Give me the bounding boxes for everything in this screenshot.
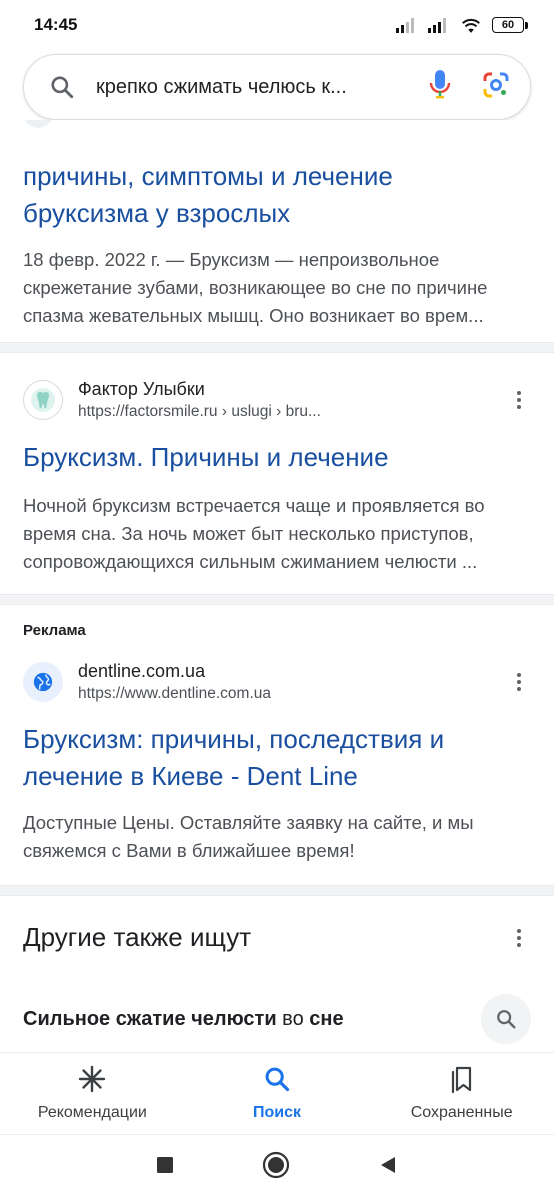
system-navigation-bar: [0, 1134, 554, 1200]
globe-icon: [23, 662, 63, 702]
related-search-text[interactable]: Сильное сжатие челюсти во сне: [23, 1008, 344, 1031]
ad-source[interactable]: dentline.com.ua https://www.dentline.com…: [23, 659, 531, 705]
site-name: Фактор Улыбки: [78, 379, 205, 399]
result-source[interactable]: Фактор Улыбки https://factorsmile.ru › u…: [23, 377, 531, 423]
search-icon: [263, 1065, 291, 1098]
microphone-icon[interactable]: [428, 69, 452, 106]
back-button[interactable]: [378, 1155, 398, 1180]
results-list[interactable]: причины, симптомы и лечение бруксизма у …: [0, 120, 554, 1052]
google-lens-icon[interactable]: [482, 71, 510, 104]
snippet-line: свяжемся с Вами в ближайшее время!: [23, 840, 355, 861]
related-search-item[interactable]: Сильное сжатие челюсти во сне: [23, 994, 531, 1044]
nav-label: Сохраненные: [410, 1104, 513, 1121]
snippet-line: время сна. За ночь может быт несколько п…: [23, 523, 474, 544]
ad-snippet: Доступные Цены. Оставляйте заявку на сай…: [23, 809, 531, 865]
snippet-line: Доступные Цены. Оставляйте заявку на сай…: [23, 812, 474, 833]
snippet-line: сопровождающихся сильным сжиманием челюс…: [23, 551, 478, 572]
cell-signal-2-icon: [428, 18, 446, 33]
status-time: 14:45: [34, 15, 78, 34]
result-snippet: 18 февр. 2022 г. — Бруксизм — непроизвол…: [23, 246, 531, 330]
ad-card: Реклама dentline.com.ua https://www.dent…: [0, 605, 554, 885]
site-name: dentline.com.ua: [78, 661, 206, 681]
battery-level: 60: [492, 17, 524, 33]
nav-search[interactable]: Поиск: [185, 1053, 370, 1134]
people-also-search: Другие также ищут Сильное сжатие челюсти…: [0, 896, 554, 1052]
result-card: Фактор Улыбки https://factorsmile.ru › u…: [0, 353, 554, 594]
snippet-line: Ночной бруксизм встречается чаще и прояв…: [23, 495, 485, 516]
result-title-line[interactable]: Бруксизм. Причины и лечение: [23, 439, 531, 476]
divider: [0, 885, 554, 896]
section-title: Другие также ищут: [23, 922, 252, 952]
search-icon: [46, 71, 78, 103]
search-input[interactable]: крепко сжимать челюсь к...: [96, 76, 410, 99]
divider: [0, 342, 554, 353]
ad-title-link[interactable]: Бруксизм: причины, последствия и лечение…: [23, 721, 531, 795]
bookmarks-icon: [449, 1065, 475, 1098]
result-title-link[interactable]: Бруксизм. Причины и лечение: [23, 439, 531, 476]
cell-signal-icon: [396, 18, 414, 33]
search-bar[interactable]: крепко сжимать челюсь к...: [23, 54, 531, 120]
result-title-link[interactable]: причины, симптомы и лечение бруксизма у …: [23, 158, 531, 232]
related-search-bold: сне: [309, 1007, 344, 1030]
result-card: причины, симптомы и лечение бруксизма у …: [0, 120, 554, 342]
asterisk-icon: [78, 1065, 106, 1098]
result-title-line[interactable]: бруксизма у взрослых: [23, 195, 531, 232]
status-icons: 60: [396, 17, 528, 34]
more-options-icon[interactable]: [507, 391, 531, 409]
result-title-line[interactable]: причины, симптомы и лечение: [23, 158, 531, 195]
more-options-icon[interactable]: [507, 673, 531, 691]
more-options-icon[interactable]: [507, 928, 531, 947]
result-title-line[interactable]: лечение в Киеве - Dent Line: [23, 758, 531, 795]
search-icon[interactable]: [481, 994, 531, 1044]
result-source-cutoff: [23, 120, 53, 128]
snippet-line: скрежетание зубами, возникающее во сне п…: [23, 277, 488, 298]
divider: [0, 594, 554, 605]
snippet-line: 18 февр. 2022 г. — Бруксизм — непроизвол…: [23, 249, 440, 270]
ad-label: Реклама: [23, 622, 86, 639]
nav-label: Поиск: [253, 1104, 302, 1121]
tooth-favicon-icon: [23, 380, 63, 420]
favicon: [23, 120, 53, 128]
nav-recommendations[interactable]: Рекомендации: [0, 1053, 185, 1134]
result-title-line[interactable]: Бруксизм: причины, последствия и: [23, 721, 531, 758]
wifi-icon: [462, 18, 480, 33]
battery-icon: 60: [492, 17, 528, 33]
site-url: https://factorsmile.ru › uslugi › bru...: [78, 403, 321, 420]
nav-label: Рекомендации: [37, 1104, 147, 1121]
recent-apps-button[interactable]: [156, 1156, 174, 1179]
nav-saved[interactable]: Сохраненные: [369, 1053, 554, 1134]
snippet-line: спазма жевательных мышц. Оно возникает в…: [23, 305, 484, 326]
related-search-bold: Сильное сжатие челюсти: [23, 1007, 277, 1030]
related-search-normal: во: [276, 1007, 310, 1030]
status-bar: 14:45 60: [0, 0, 554, 50]
home-button[interactable]: [262, 1151, 290, 1184]
site-url: https://www.dentline.com.ua: [78, 685, 271, 702]
result-snippet: Ночной бруксизм встречается чаще и прояв…: [23, 492, 531, 576]
bottom-nav: Рекомендации Поиск Сохраненные: [0, 1052, 554, 1134]
